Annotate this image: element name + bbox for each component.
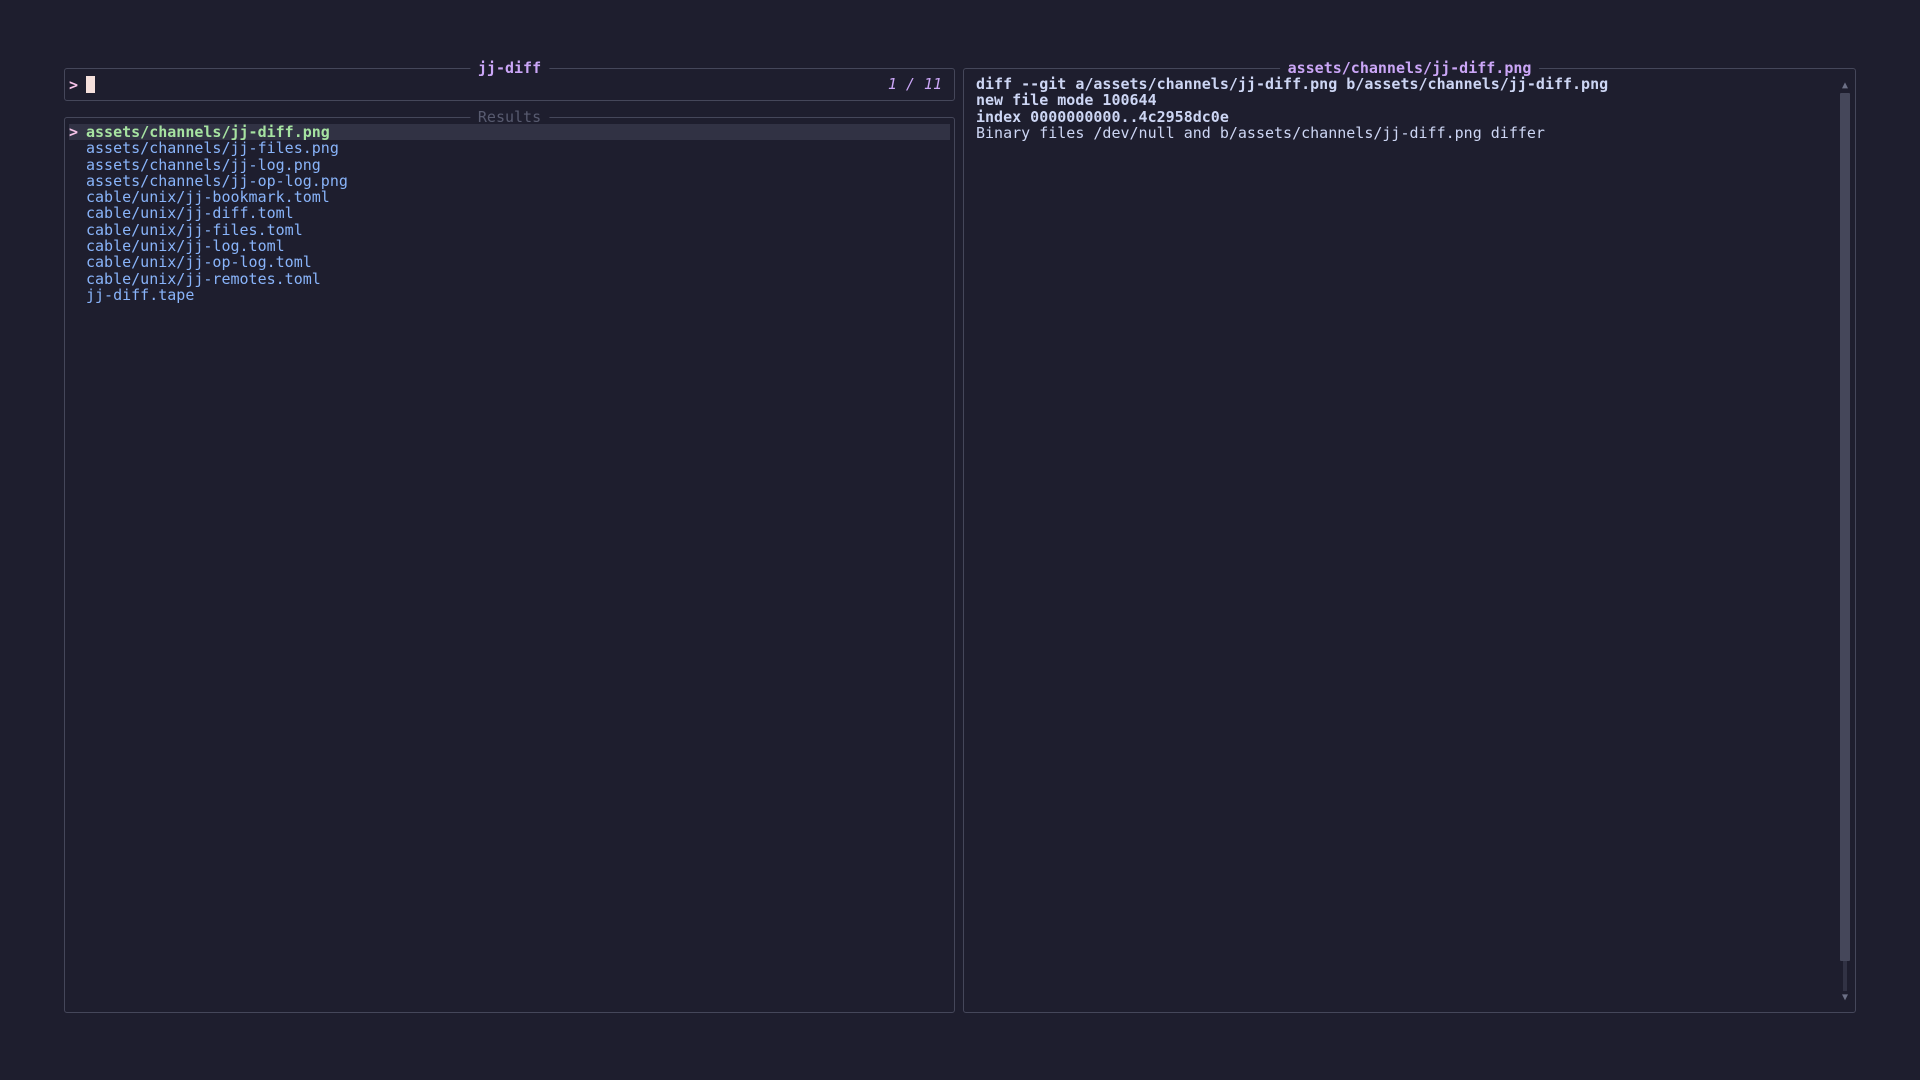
- result-item[interactable]: cable/unix/jj-log.toml: [69, 237, 950, 256]
- result-item-label: cable/unix/jj-log.toml: [86, 237, 285, 256]
- preview-line: Binary files /dev/null and b/assets/chan…: [976, 123, 1545, 142]
- scroll-down-icon[interactable]: ▼: [1840, 993, 1850, 1003]
- result-item-label: assets/channels/jj-op-log.png: [86, 171, 348, 190]
- result-item[interactable]: cable/unix/jj-remotes.toml: [69, 269, 950, 288]
- result-item[interactable]: assets/channels/jj-log.png: [69, 155, 950, 174]
- result-item-label: assets/channels/jj-diff.png: [86, 123, 330, 141]
- scroll-thumb[interactable]: [1840, 93, 1850, 961]
- selection-marker: [69, 238, 86, 254]
- result-item[interactable]: cable/unix/jj-bookmark.toml: [69, 188, 950, 207]
- preview-panel: assets/channels/jj-diff.png diff --git a…: [963, 59, 1856, 1013]
- preview-line: index 0000000000..4c2958dc0e: [976, 107, 1229, 126]
- scroll-up-icon[interactable]: ▲: [1840, 81, 1850, 91]
- prompt-line[interactable]: >: [69, 75, 96, 94]
- result-item-label: jj-diff.tape: [86, 285, 195, 304]
- preview-scrollbar[interactable]: ▲ ▼: [1840, 81, 1850, 1003]
- preview-content: diff --git a/assets/channels/jj-diff.png…: [976, 76, 1608, 141]
- result-item[interactable]: cable/unix/jj-files.toml: [69, 220, 950, 239]
- selection-marker: [69, 287, 86, 303]
- result-item-selected[interactable]: > assets/channels/jj-diff.png: [69, 124, 950, 140]
- result-item[interactable]: assets/channels/jj-op-log.png: [69, 171, 950, 190]
- selection-marker: >: [69, 123, 79, 141]
- selection-marker: [69, 189, 86, 205]
- selection-marker: [69, 271, 86, 287]
- result-item-label: assets/channels/jj-log.png: [86, 155, 321, 174]
- prompt-symbol: >: [69, 75, 79, 94]
- result-item[interactable]: cable/unix/jj-op-log.toml: [69, 253, 950, 272]
- result-item-label: cable/unix/jj-bookmark.toml: [86, 188, 330, 207]
- search-box[interactable]: jj-diff > 1 / 11: [64, 59, 955, 101]
- preview-line: diff --git a/assets/channels/jj-diff.png…: [976, 75, 1609, 93]
- result-count: 1 / 11: [887, 75, 942, 93]
- selection-marker: [69, 157, 86, 173]
- results-panel: Results > assets/channels/jj-diff.png asse…: [64, 108, 955, 1013]
- selection-marker: [69, 140, 86, 156]
- result-item-label: cable/unix/jj-op-log.toml: [86, 253, 312, 272]
- selection-marker: [69, 173, 86, 189]
- selection-marker: [69, 205, 86, 221]
- selection-marker: [69, 222, 86, 238]
- result-item-label: cable/unix/jj-remotes.toml: [86, 269, 321, 288]
- result-item-label: assets/channels/jj-files.png: [86, 139, 339, 158]
- result-item-label: cable/unix/jj-files.toml: [86, 220, 303, 239]
- result-item-label: cable/unix/jj-diff.toml: [86, 204, 294, 223]
- result-item[interactable]: assets/channels/jj-files.png: [69, 139, 950, 158]
- selection-marker: [69, 254, 86, 270]
- result-item[interactable]: jj-diff.tape: [69, 285, 950, 304]
- result-item[interactable]: cable/unix/jj-diff.toml: [69, 204, 950, 223]
- preview-line: new file mode 100644: [976, 91, 1157, 110]
- text-cursor: [86, 76, 96, 93]
- channel-title: jj-diff: [469, 59, 550, 77]
- results-list: > assets/channels/jj-diff.png assets/chann…: [69, 124, 950, 303]
